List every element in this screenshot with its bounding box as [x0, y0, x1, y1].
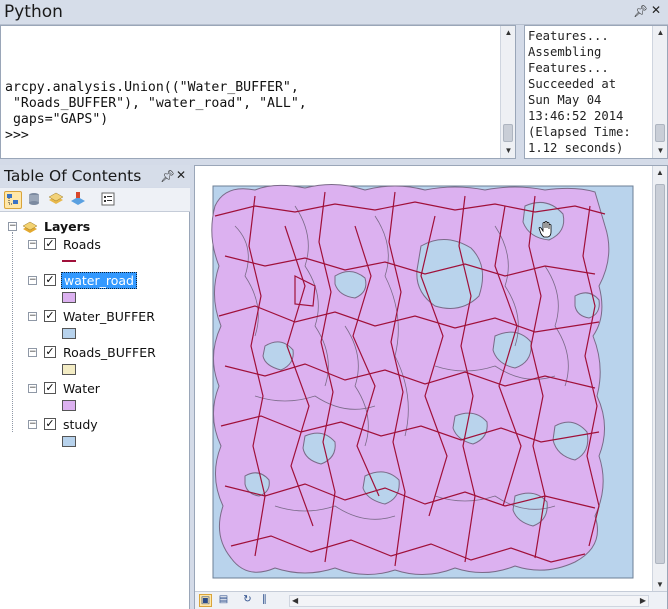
layer-symbol-roads-buffer[interactable]: [62, 364, 76, 375]
python-output-text: Features... Assembling Features... Succe…: [528, 29, 631, 155]
pin-icon[interactable]: 📌︎: [633, 4, 648, 18]
tree-connector: [12, 232, 13, 432]
toc-toolbar: [0, 188, 190, 212]
scroll-down-arrow-icon[interactable]: ▼: [501, 145, 516, 157]
layer-name-water-road[interactable]: water_road: [61, 272, 137, 289]
layer-name-study[interactable]: study: [63, 417, 98, 432]
refresh-icon[interactable]: ↻: [241, 594, 254, 607]
collapse-layer-toggle[interactable]: −: [28, 348, 37, 357]
collapse-layer-toggle[interactable]: −: [28, 420, 37, 429]
map-vertical-scrollbar[interactable]: ▲ ▼: [652, 166, 667, 591]
layer-name-water[interactable]: Water: [63, 381, 100, 396]
pin-icon[interactable]: 📌︎: [160, 169, 175, 183]
collapse-layer-toggle[interactable]: −: [28, 240, 37, 249]
list-by-visibility-icon[interactable]: [48, 191, 66, 209]
layers-icon: [22, 220, 38, 234]
layer-symbol-water[interactable]: [62, 400, 76, 411]
collapse-layer-toggle[interactable]: −: [28, 312, 37, 321]
layer-symbol-water-road[interactable]: [62, 292, 76, 303]
map-canvas[interactable]: [195, 166, 653, 591]
scroll-right-arrow-icon[interactable]: ▶: [640, 596, 646, 605]
python-pane-splitter[interactable]: [516, 25, 524, 159]
python-input-pane[interactable]: arcpy.analysis.Union(("Water_BUFFER", "R…: [0, 25, 516, 159]
layer-visibility-checkbox[interactable]: ✓: [44, 238, 56, 250]
data-view-icon[interactable]: ▣: [199, 594, 212, 607]
layer-symbol-study[interactable]: [62, 436, 76, 447]
python-window-titlebar: Python 📌︎ ✕: [0, 0, 668, 25]
toc-tree: − Layers − ✓ Roads − ✓ water_road − ✓ Wa…: [0, 212, 190, 609]
scroll-up-arrow-icon[interactable]: ▲: [501, 27, 516, 39]
scroll-up-arrow-icon[interactable]: ▲: [653, 168, 667, 177]
layer-visibility-checkbox[interactable]: ✓: [44, 418, 56, 430]
scroll-down-arrow-icon[interactable]: ▼: [653, 145, 668, 157]
layer-symbol-roads[interactable]: [62, 260, 76, 262]
toc-titlebar: Table Of Contents 📌︎ ✕: [0, 165, 190, 187]
scroll-down-arrow-icon[interactable]: ▼: [653, 580, 667, 589]
list-by-drawing-order-icon[interactable]: [4, 191, 22, 209]
toc-title: Table Of Contents: [4, 167, 142, 185]
close-icon[interactable]: ✕: [651, 3, 661, 17]
layers-root-label[interactable]: Layers: [44, 219, 90, 234]
layer-symbol-water-buffer[interactable]: [62, 328, 76, 339]
layer-visibility-checkbox[interactable]: ✓: [44, 346, 56, 358]
python-output-scrollbar[interactable]: ▲ ▼: [652, 26, 667, 158]
python-output-pane: Features... Assembling Features... Succe…: [524, 25, 668, 159]
python-input-scrollbar[interactable]: ▲ ▼: [500, 26, 515, 158]
layer-name-roads[interactable]: Roads: [63, 237, 101, 252]
map-horizontal-scrollbar[interactable]: ◀ ▶: [289, 595, 649, 607]
scroll-up-arrow-icon[interactable]: ▲: [653, 27, 668, 39]
collapse-layer-toggle[interactable]: −: [28, 276, 37, 285]
layout-view-icon[interactable]: ▤: [217, 594, 230, 607]
layer-visibility-checkbox[interactable]: ✓: [44, 274, 56, 286]
layer-name-water-buffer[interactable]: Water_BUFFER: [63, 309, 155, 324]
scroll-thumb[interactable]: [655, 124, 665, 142]
layer-visibility-checkbox[interactable]: ✓: [44, 382, 56, 394]
options-icon[interactable]: [100, 191, 118, 209]
map-view[interactable]: ▲ ▼ ▣ ▤ ↻ ∥ ◀ ▶: [194, 165, 668, 609]
list-by-source-icon[interactable]: [26, 191, 44, 209]
python-input-text[interactable]: arcpy.analysis.Union(("Water_BUFFER", "R…: [5, 80, 307, 144]
collapse-layer-toggle[interactable]: −: [28, 384, 37, 393]
scroll-thumb[interactable]: [655, 184, 665, 564]
python-window-title: Python: [4, 2, 63, 22]
layer-name-roads-buffer[interactable]: Roads_BUFFER: [63, 345, 156, 360]
pause-drawing-icon[interactable]: ∥: [258, 594, 271, 607]
scroll-left-arrow-icon[interactable]: ◀: [292, 596, 298, 605]
scroll-thumb[interactable]: [503, 124, 513, 142]
map-bottom-bar: ▣ ▤ ↻ ∥ ◀ ▶: [195, 591, 667, 609]
layer-visibility-checkbox[interactable]: ✓: [44, 310, 56, 322]
collapse-layers-toggle[interactable]: −: [8, 222, 17, 231]
list-by-selection-icon[interactable]: [70, 191, 88, 209]
close-icon[interactable]: ✕: [176, 168, 186, 182]
map-layers-svg[interactable]: [195, 166, 653, 591]
